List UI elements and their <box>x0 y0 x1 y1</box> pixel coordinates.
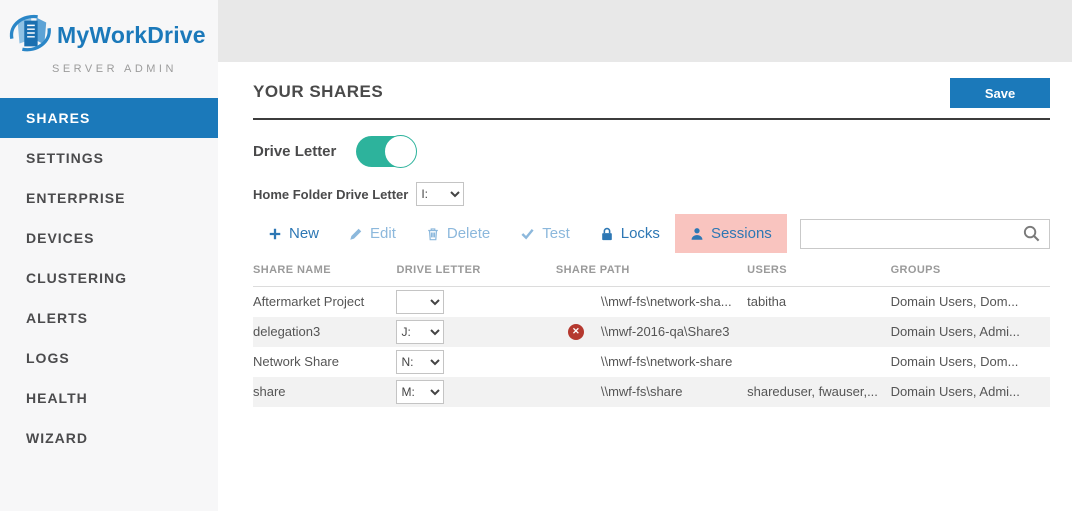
new-button[interactable]: New <box>253 214 334 253</box>
delete-button[interactable]: Delete <box>411 214 505 253</box>
table-row[interactable]: delegation3 J: ✕ \\mwf-2016-qa\Share3 Do… <box>253 317 1050 347</box>
share-path-cell: \\mwf-fs\share <box>556 377 747 407</box>
app-window: MyWorkDrive SERVER ADMIN SHARES SETTINGS… <box>0 0 1072 511</box>
sidebar-item-devices[interactable]: DEVICES <box>0 218 218 258</box>
sidebar-item-logs[interactable]: LOGS <box>0 338 218 378</box>
shares-toolbar: New Edit Delete <box>253 214 1050 253</box>
sidebar-item-clustering[interactable]: CLUSTERING <box>0 258 218 298</box>
error-icon: ✕ <box>568 324 584 340</box>
toggle-knob <box>384 135 417 168</box>
shares-table-body: Aftermarket Project \\mwf-fs\network-sha… <box>253 287 1050 407</box>
user-icon <box>690 227 704 241</box>
brand-logo: MyWorkDrive SERVER ADMIN <box>0 0 218 98</box>
share-name-cell: Aftermarket Project <box>253 287 396 317</box>
top-bar <box>218 0 1072 62</box>
content-area: YOUR SHARES Save Drive Letter Home Folde… <box>218 62 1072 407</box>
edit-button[interactable]: Edit <box>334 214 411 253</box>
search-box <box>800 219 1050 249</box>
sidebar: MyWorkDrive SERVER ADMIN SHARES SETTINGS… <box>0 0 218 511</box>
share-path-cell: \\mwf-fs\network-share <box>556 347 747 377</box>
drive-letter-select[interactable] <box>396 290 444 314</box>
groups-cell: Domain Users, Dom... <box>891 347 1050 377</box>
plus-icon <box>268 227 282 241</box>
table-row[interactable]: Aftermarket Project \\mwf-fs\network-sha… <box>253 287 1050 317</box>
groups-cell: Domain Users, Admi... <box>891 377 1050 407</box>
share-path-text: \\mwf-fs\network-sha... <box>601 294 732 309</box>
share-path-text: \\mwf-2016-qa\Share3 <box>601 324 730 339</box>
share-path-cell: ✕ \\mwf-2016-qa\Share3 <box>556 317 747 347</box>
drive-letter-cell <box>396 287 555 317</box>
groups-cell: Domain Users, Admi... <box>891 317 1050 347</box>
column-header-drive-letter: DRIVE LETTER <box>396 255 555 287</box>
table-row[interactable]: share M: \\mwf-fs\share shareduser, fwau… <box>253 377 1050 407</box>
search-input[interactable] <box>809 221 1022 247</box>
home-folder-setting: Home Folder Drive Letter I: <box>253 182 1050 206</box>
drive-letter-select[interactable]: M: <box>396 380 444 404</box>
share-name-cell: Network Share <box>253 347 396 377</box>
groups-cell: Domain Users, Dom... <box>891 287 1050 317</box>
users-cell: shareduser, fwauser,... <box>747 377 890 407</box>
users-cell <box>747 317 890 347</box>
sidebar-nav: SHARES SETTINGS ENTERPRISE DEVICES CLUST… <box>0 98 218 458</box>
sidebar-item-enterprise[interactable]: ENTERPRISE <box>0 178 218 218</box>
lock-icon <box>600 227 614 241</box>
share-path-cell: \\mwf-fs\network-sha... <box>556 287 747 317</box>
column-header-groups: GROUPS <box>891 255 1050 287</box>
sidebar-item-health[interactable]: HEALTH <box>0 378 218 418</box>
drive-letter-toggle[interactable] <box>356 136 416 167</box>
page-title: YOUR SHARES <box>253 82 383 108</box>
test-button[interactable]: Test <box>505 214 585 253</box>
table-row[interactable]: Network Share N: \\mwf-fs\network-share … <box>253 347 1050 377</box>
column-header-share-path: SHARE PATH <box>556 255 747 287</box>
sidebar-item-alerts[interactable]: ALERTS <box>0 298 218 338</box>
share-name-cell: share <box>253 377 396 407</box>
locks-button[interactable]: Locks <box>585 214 675 253</box>
column-header-users: USERS <box>747 255 890 287</box>
drive-letter-label: Drive Letter <box>253 143 336 160</box>
drive-letter-select[interactable]: J: <box>396 320 444 344</box>
sidebar-item-shares[interactable]: SHARES <box>0 98 218 138</box>
drive-letter-setting: Drive Letter <box>253 136 1050 167</box>
pencil-icon <box>349 227 363 241</box>
drive-letter-cell: M: <box>396 377 555 407</box>
drive-letter-cell: N: <box>396 347 555 377</box>
check-icon <box>520 226 535 241</box>
brand-name: MyWorkDrive <box>57 22 206 49</box>
drive-letter-cell: J: <box>396 317 555 347</box>
users-cell: tabitha <box>747 287 890 317</box>
trash-icon <box>426 227 440 241</box>
main-area: YOUR SHARES Save Drive Letter Home Folde… <box>218 0 1072 511</box>
share-path-text: \\mwf-fs\share <box>601 384 683 399</box>
save-button[interactable]: Save <box>950 78 1050 108</box>
drive-letter-select[interactable]: N: <box>396 350 444 374</box>
home-folder-label: Home Folder Drive Letter <box>253 187 408 202</box>
home-folder-drive-letter-select[interactable]: I: <box>416 182 464 206</box>
sidebar-item-settings[interactable]: SETTINGS <box>0 138 218 178</box>
search-icon[interactable] <box>1022 224 1041 243</box>
sessions-button[interactable]: Sessions <box>675 214 787 253</box>
myworkdrive-logo-icon <box>8 12 52 59</box>
share-name-cell: delegation3 <box>253 317 396 347</box>
sidebar-item-wizard[interactable]: WIZARD <box>0 418 218 458</box>
page-header: YOUR SHARES Save <box>253 78 1050 120</box>
shares-table: SHARE NAME DRIVE LETTER SHARE PATH USERS… <box>253 255 1050 407</box>
users-cell <box>747 347 890 377</box>
brand-subtitle: SERVER ADMIN <box>52 63 210 75</box>
share-path-text: \\mwf-fs\network-share <box>601 354 732 369</box>
table-header-row: SHARE NAME DRIVE LETTER SHARE PATH USERS… <box>253 255 1050 287</box>
column-header-share-name: SHARE NAME <box>253 255 396 287</box>
